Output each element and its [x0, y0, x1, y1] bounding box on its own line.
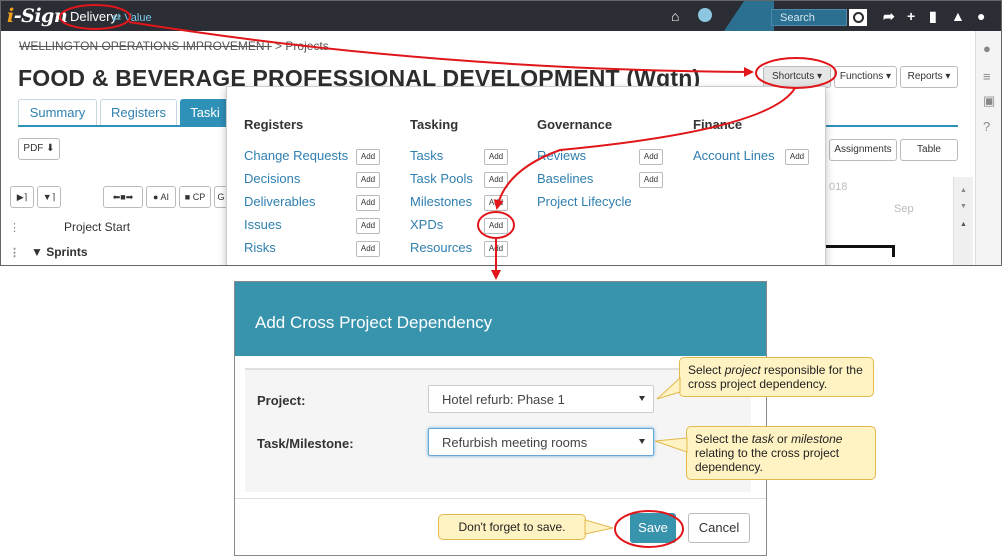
add-button[interactable]: Add	[484, 195, 508, 211]
functions-button[interactable]: Functions ▾	[834, 66, 897, 88]
search-icon[interactable]	[849, 9, 867, 26]
add-button[interactable]: Add	[356, 172, 380, 188]
gantt-year: 018	[829, 181, 848, 193]
shortcuts-button[interactable]: Shortcuts ▾	[763, 66, 831, 88]
add-button[interactable]: Add	[484, 149, 508, 165]
task-row[interactable]: ⋮ ▼ Sprints	[9, 244, 227, 264]
shortcuts-menu: Registers Change Requests Decisions Deli…	[226, 86, 826, 265]
lock-icon[interactable]: ▣	[983, 93, 995, 109]
project-label: Project:	[257, 393, 306, 408]
menu-item-change-requests[interactable]: Change Requests	[244, 148, 348, 163]
callout-save: Don't forget to save.	[438, 514, 586, 540]
menu-item-tasks[interactable]: Tasks	[410, 148, 443, 163]
add-button[interactable]: Add	[484, 241, 508, 257]
indent-button[interactable]: ▶⌉	[10, 186, 34, 208]
menu-item-task-pools[interactable]: Task Pools	[410, 171, 473, 186]
scroll-bar-button[interactable]: ⬅■➡	[103, 186, 143, 208]
menu-item-baselines[interactable]: Baselines	[537, 171, 593, 186]
table-button[interactable]: Table	[900, 139, 958, 161]
drag-handle-icon[interactable]: ⋮	[9, 246, 20, 259]
menu-item-milestones[interactable]: Milestones	[410, 194, 472, 209]
add-button[interactable]: Add	[356, 195, 380, 211]
task-milestone-label: Task/Milestone:	[257, 436, 354, 451]
gantt-month: Sep	[894, 203, 914, 215]
task-row[interactable]: ⋮ Project Start	[9, 219, 227, 239]
menu-item-account-lines[interactable]: Account Lines	[693, 148, 775, 163]
cp-toggle[interactable]: ■ CP	[179, 186, 211, 208]
menu-heading: Finance	[693, 117, 743, 132]
menu-heading: Governance	[537, 117, 613, 132]
menu-item-project-lifecycle[interactable]: Project Lifecycle	[537, 194, 632, 209]
menu-item-reviews[interactable]: Reviews	[537, 148, 586, 163]
list-icon[interactable]: ≡	[983, 69, 991, 84]
cancel-button[interactable]: Cancel	[688, 513, 750, 543]
pdf-export-button[interactable]: PDF ⬇	[18, 138, 60, 160]
menu-item-resources[interactable]: Resources	[410, 240, 472, 255]
reports-button[interactable]: Reports ▾	[900, 66, 958, 88]
ai-toggle[interactable]: ● AI	[146, 186, 176, 208]
menu-item-deliverables[interactable]: Deliverables	[244, 194, 316, 209]
drag-handle-icon[interactable]: ⋮	[9, 221, 20, 234]
add-button[interactable]: Add	[639, 149, 663, 165]
breadcrumb-projects[interactable]: Projects	[285, 39, 328, 53]
callout-task: Select the task or milestone relating to…	[686, 426, 876, 480]
save-button[interactable]: Save	[630, 513, 676, 543]
search-input[interactable]: Search	[771, 9, 847, 26]
bookmark-icon[interactable]: ▮	[929, 8, 937, 25]
callout-project: Select project responsible for the cross…	[679, 357, 874, 397]
gantt-bar-end	[892, 245, 895, 257]
collapse-button[interactable]: ▼⌉	[37, 186, 61, 208]
help-icon[interactable]: ?	[983, 119, 990, 134]
add-icon[interactable]: +	[907, 8, 915, 24]
chevron-down-icon	[639, 439, 645, 444]
breadcrumb: WELLINGTON OPERATIONS IMPROVEMENT > Proj…	[19, 39, 329, 53]
right-sidebar: ● ≡ ▣ ?	[975, 31, 1001, 265]
nav-value[interactable]: ⇄ Value	[112, 11, 152, 24]
app-window: i-Sign Delivery ⇄ Value ⌂ Search ➦ + ▮ ▲…	[0, 0, 1002, 266]
top-navbar: i-Sign Delivery ⇄ Value ⌂ Search ➦ + ▮ ▲…	[1, 1, 1001, 31]
app-logo[interactable]: i-Sign	[7, 5, 68, 27]
project-select[interactable]: Hotel refurb: Phase 1	[428, 385, 654, 413]
dialog-footer-divider	[235, 498, 766, 499]
add-button[interactable]: Add	[639, 172, 663, 188]
chevron-down-icon	[639, 396, 645, 401]
menu-item-risks[interactable]: Risks	[244, 240, 276, 255]
menu-item-decisions[interactable]: Decisions	[244, 171, 300, 186]
home-icon[interactable]: ⌂	[671, 8, 679, 24]
menu-item-xpds[interactable]: XPDs	[410, 217, 443, 232]
tab-registers[interactable]: Registers	[100, 99, 177, 126]
assignments-button[interactable]: Assignments	[829, 139, 897, 161]
add-xpd-button[interactable]: Add	[484, 218, 508, 234]
chat-icon[interactable]: ●	[983, 41, 991, 56]
menu-item-issues[interactable]: Issues	[244, 217, 282, 232]
add-button[interactable]: Add	[356, 218, 380, 234]
gantt-bar[interactable]	[824, 245, 894, 248]
scrollbar[interactable]: ▲ ▼ ▲	[953, 177, 973, 265]
breadcrumb-org[interactable]: WELLINGTON OPERATIONS IMPROVEMENT	[19, 39, 272, 53]
task-milestone-select[interactable]: Refurbish meeting rooms	[428, 428, 654, 456]
search-band	[724, 1, 774, 31]
dialog-title: Add Cross Project Dependency	[255, 313, 493, 332]
tab-tasking[interactable]: Taski	[180, 99, 230, 126]
share-icon[interactable]: ➦	[883, 8, 895, 25]
nav-delivery[interactable]: Delivery	[70, 9, 117, 24]
globe-icon[interactable]	[698, 8, 712, 22]
user-icon[interactable]: ●	[977, 8, 985, 24]
menu-heading: Registers	[244, 117, 304, 132]
dialog-body: Project: Hotel refurb: Phase 1 Task/Mile…	[245, 368, 751, 492]
add-button[interactable]: Add	[484, 172, 508, 188]
dialog-header: Add Cross Project Dependency	[235, 282, 766, 356]
menu-heading: Tasking	[410, 117, 459, 132]
tab-summary[interactable]: Summary	[18, 99, 97, 126]
add-button[interactable]: Add	[785, 149, 809, 165]
add-button[interactable]: Add	[356, 241, 380, 257]
add-button[interactable]: Add	[356, 149, 380, 165]
bell-icon[interactable]: ▲	[951, 8, 965, 24]
